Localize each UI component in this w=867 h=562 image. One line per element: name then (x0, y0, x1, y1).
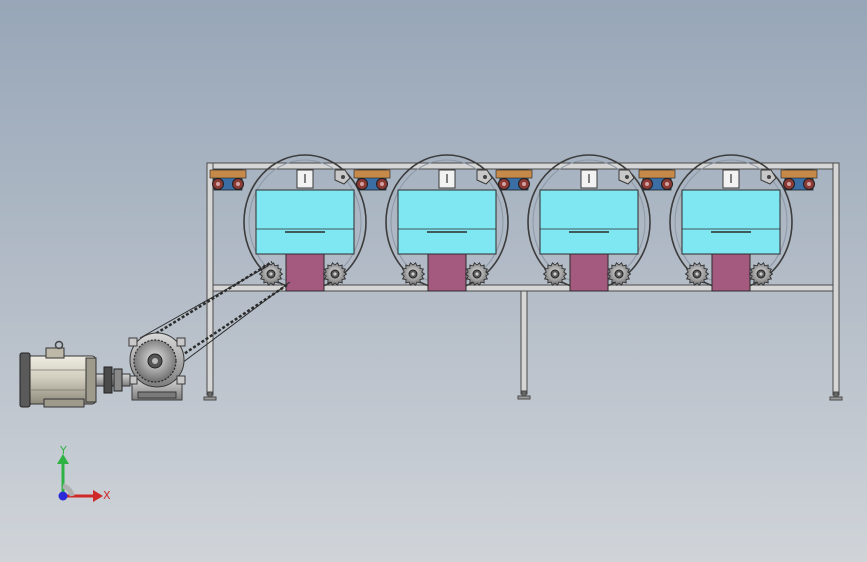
roller-bracket (209, 169, 247, 191)
top-rail (206, 162, 840, 170)
roller-bracket (495, 169, 533, 191)
drum-sprocket-left (542, 262, 568, 286)
leveling-foot-right (829, 391, 843, 401)
discharge-chute (285, 253, 325, 292)
motor-foot (43, 398, 85, 408)
left-post (206, 162, 214, 396)
shaft-coupling (94, 366, 131, 394)
roller-bracket (638, 169, 676, 191)
leveling-foot-middle (517, 390, 531, 400)
y-axis-label: Y (59, 444, 67, 457)
drum-sprocket-left (684, 262, 710, 286)
middle-post (520, 290, 528, 395)
roller-bracket (353, 169, 391, 191)
drum-unit[interactable] (527, 154, 651, 292)
hopper-box (681, 189, 781, 255)
discharge-chute (711, 253, 751, 292)
lifting-eye (54, 340, 64, 350)
z-axis-marker (58, 491, 68, 501)
hopper-box (539, 189, 639, 255)
drum-sprocket-right (464, 262, 490, 286)
gear-reducer[interactable] (128, 332, 186, 401)
drum-unit[interactable] (385, 154, 509, 292)
right-post (832, 162, 840, 396)
view-triad: Y X (57, 444, 111, 502)
drum-sprocket-right (322, 262, 348, 286)
discharge-chute (427, 253, 467, 292)
drum-sprocket-left (400, 262, 426, 286)
motor-body (21, 355, 97, 405)
drum-conveyor-assembly[interactable]: Y X (0, 0, 867, 562)
x-axis-label: X (103, 489, 111, 502)
terminal-box (45, 347, 65, 359)
discharge-chute (569, 253, 609, 292)
hopper-box (397, 189, 497, 255)
drum-sprocket-right (606, 262, 632, 286)
drum-unit[interactable] (669, 154, 793, 292)
roller-bracket (780, 169, 818, 191)
drum-unit[interactable] (243, 154, 367, 292)
cad-viewport[interactable]: Y X (0, 0, 867, 562)
hopper-box (255, 189, 355, 255)
drum-sprocket-right (748, 262, 774, 286)
leveling-foot-left (203, 391, 217, 401)
electric-motor[interactable] (19, 340, 97, 408)
